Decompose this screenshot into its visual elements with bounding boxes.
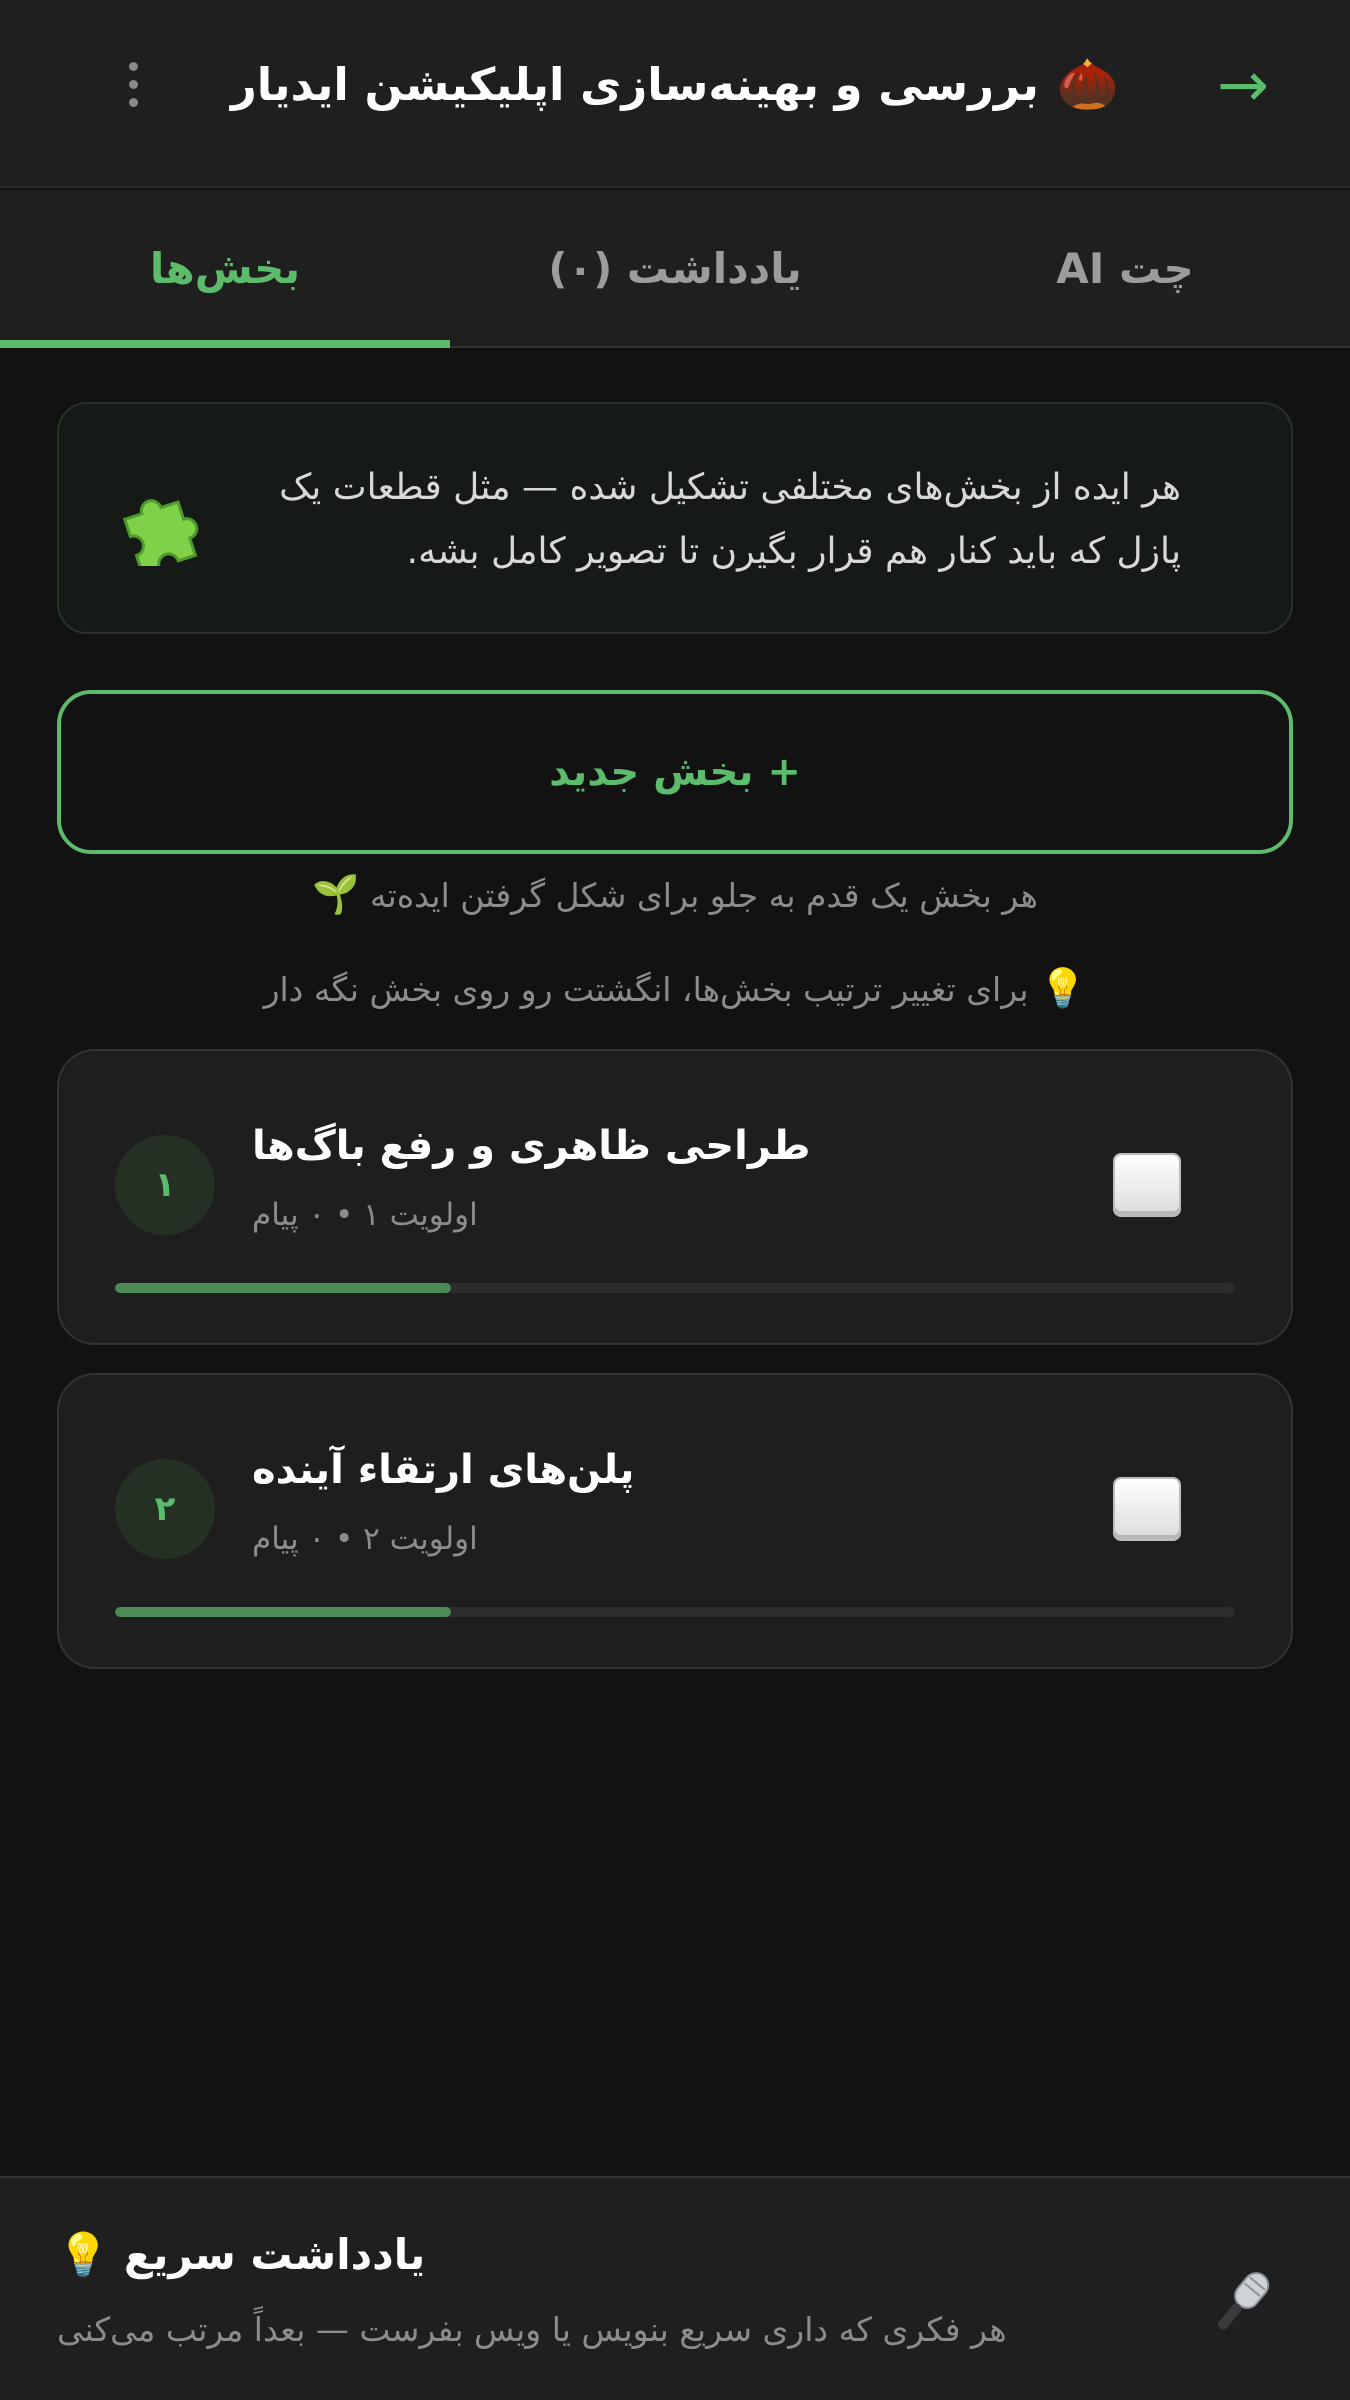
section-progress-track <box>115 1283 1235 1293</box>
section-title: طراحی ظاهری و رفع باگ‌ها <box>252 1123 811 1169</box>
tab-ai-chat[interactable]: چت AI <box>900 190 1350 346</box>
section-progress-fill <box>115 1607 451 1617</box>
back-arrow-icon[interactable]: → <box>1198 44 1288 124</box>
section-card[interactable]: پلن‌های ارتقاء آینده اولویت ۲ • ۰ پیام ۲ <box>57 1373 1293 1669</box>
info-card-text: هر ایده از بخش‌های مختلفی تشکیل شده — مث… <box>279 467 1181 572</box>
section-checkbox[interactable] <box>1115 1155 1179 1215</box>
section-meta: اولویت ۲ • ۰ پیام <box>252 1521 478 1557</box>
page-title: 🌰 بررسی و بهینه‌سازی اپلیکیشن ایدیار <box>200 44 1150 124</box>
puzzle-icon <box>122 499 199 566</box>
lightbulb-emoji-icon: 💡 <box>1039 966 1087 1010</box>
section-title: پلن‌های ارتقاء آینده <box>252 1447 635 1493</box>
more-vertical-icon[interactable] <box>108 54 158 114</box>
section-meta: اولویت ۱ • ۰ پیام <box>252 1197 478 1233</box>
reorder-hint-text: برای تغییر ترتیب بخش‌ها، انگشتت رو روی ب… <box>263 970 1029 1009</box>
section-checkbox[interactable] <box>1115 1479 1179 1539</box>
app-header: → 🌰 بررسی و بهینه‌سازی اپلیکیشن ایدیار <box>0 0 1350 188</box>
microphone-icon[interactable] <box>1202 2262 1282 2342</box>
quick-note-title-text: یادداشت سریع <box>123 2230 426 2279</box>
new-section-button[interactable]: + بخش جدید <box>57 690 1293 854</box>
lightbulb-emoji-icon: 💡 <box>57 2230 110 2279</box>
seedling-emoji-icon: 🌱 <box>312 872 360 916</box>
chestnut-emoji-icon: 🌰 <box>1056 54 1120 113</box>
reorder-hint: 💡 برای تغییر ترتیب بخش‌ها، انگشتت رو روی… <box>0 966 1350 1011</box>
tab-sections[interactable]: بخش‌ها <box>0 190 450 348</box>
section-card[interactable]: طراحی ظاهری و رفع باگ‌ها اولویت ۱ • ۰ پی… <box>57 1049 1293 1345</box>
progress-hint-text: هر بخش یک قدم به جلو برای شکل گرفتن ایده… <box>369 876 1038 915</box>
quick-note-title: یادداشت سریع 💡 <box>57 2230 425 2280</box>
quick-note-bar[interactable]: یادداشت سریع 💡 هر فکری که داری سریع بنوی… <box>0 2176 1350 2400</box>
progress-hint: هر بخش یک قدم به جلو برای شکل گرفتن ایده… <box>0 872 1350 917</box>
tab-bar: چت AI یادداشت (۰) بخش‌ها <box>0 190 1350 348</box>
info-card: هر ایده از بخش‌های مختلفی تشکیل شده — مث… <box>57 402 1293 634</box>
section-number-badge: ۲ <box>115 1459 215 1559</box>
section-progress-track <box>115 1607 1235 1617</box>
section-progress-fill <box>115 1283 451 1293</box>
section-number-badge: ۱ <box>115 1135 215 1235</box>
quick-note-subtitle: هر فکری که داری سریع بنویس یا ویس بفرست … <box>57 2310 1007 2349</box>
tab-notes[interactable]: یادداشت (۰) <box>450 190 900 346</box>
page-title-text: بررسی و بهینه‌سازی اپلیکیشن ایدیار <box>230 57 1039 111</box>
